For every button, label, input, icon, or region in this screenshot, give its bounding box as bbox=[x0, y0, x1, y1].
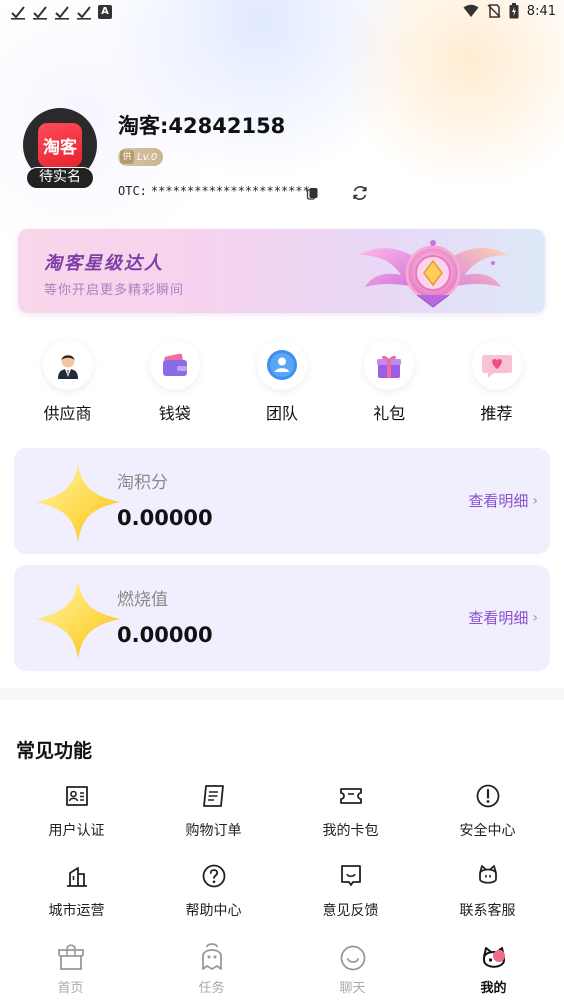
quick-nav-team[interactable]: 团队 bbox=[229, 340, 336, 426]
tab-chat[interactable]: 聊天 bbox=[282, 934, 423, 1002]
view-details-label: 查看明细 bbox=[468, 492, 529, 510]
notification-dot bbox=[493, 950, 505, 962]
func-label: 安全中心 bbox=[459, 823, 516, 839]
func-label: 购物订单 bbox=[185, 823, 242, 839]
help-icon bbox=[202, 864, 225, 888]
section-divider bbox=[0, 688, 564, 700]
func-user-verification[interactable]: 用户认证 bbox=[8, 782, 145, 842]
func-label: 帮助中心 bbox=[185, 903, 242, 919]
check-icon bbox=[55, 6, 69, 20]
view-details-link[interactable]: 查看明细 › bbox=[468, 490, 538, 511]
otc-label: OTC: bbox=[118, 184, 147, 198]
level-text: Lv.0 bbox=[137, 151, 158, 163]
tab-tasks[interactable]: 任务 bbox=[141, 934, 282, 1002]
otc-address: OTC: **********************… bbox=[118, 184, 317, 198]
chat-icon bbox=[340, 945, 365, 971]
func-feedback[interactable]: 意见反馈 bbox=[282, 862, 419, 922]
quick-nav-gift[interactable]: 礼包 bbox=[336, 340, 443, 426]
wifi-icon bbox=[463, 4, 479, 17]
wallet-icon bbox=[162, 353, 187, 376]
card-title: 燃烧值 bbox=[117, 590, 168, 610]
func-city-operations[interactable]: 城市运营 bbox=[8, 862, 145, 922]
quick-nav-label: 供应商 bbox=[43, 404, 92, 423]
quick-nav: 供应商 钱袋 团队 礼包 推荐 bbox=[14, 340, 550, 426]
status-bar: A 8:41 bbox=[0, 0, 564, 26]
service-icon bbox=[478, 865, 497, 884]
banner-subtitle: 等你开启更多精彩瞬间 bbox=[44, 283, 185, 298]
star-expert-banner[interactable]: 淘客星级达人 等你开启更多精彩瞬间 bbox=[18, 229, 545, 313]
a-notification-icon: A bbox=[98, 5, 112, 19]
quick-nav-label: 礼包 bbox=[373, 404, 406, 423]
order-icon bbox=[202, 785, 224, 807]
section-title: 常见功能 bbox=[16, 740, 93, 762]
avatar-logo: 淘客 bbox=[38, 123, 82, 167]
burn-value-card[interactable]: 燃烧值 0.00000 查看明细 › bbox=[14, 565, 550, 671]
level-icon: 供 bbox=[120, 150, 134, 164]
func-security-center[interactable]: 安全中心 bbox=[419, 782, 556, 842]
card-title: 淘积分 bbox=[117, 473, 168, 493]
notification-icons: A bbox=[10, 4, 112, 20]
feedback-icon bbox=[340, 865, 361, 886]
check-icon bbox=[11, 6, 25, 20]
check-icon bbox=[77, 6, 91, 20]
tab-label: 聊天 bbox=[339, 981, 366, 996]
copy-icon[interactable] bbox=[305, 185, 321, 201]
func-shopping-orders[interactable]: 购物订单 bbox=[145, 782, 282, 842]
recommend-icon bbox=[481, 355, 512, 378]
tab-home[interactable]: 首页 bbox=[0, 934, 141, 1002]
quick-nav-label: 团队 bbox=[265, 404, 298, 423]
system-indicators: 8:41 bbox=[463, 3, 556, 19]
supplier-icon bbox=[57, 354, 78, 379]
tab-mine[interactable]: 我的 bbox=[423, 934, 564, 1002]
func-help-center[interactable]: 帮助中心 bbox=[145, 862, 282, 922]
alert-icon bbox=[476, 784, 499, 808]
task-icon bbox=[201, 943, 222, 970]
func-label: 意见反馈 bbox=[322, 903, 379, 919]
otc-value: **********************… bbox=[150, 184, 318, 198]
check-icon bbox=[33, 6, 47, 20]
func-label: 城市运营 bbox=[48, 903, 105, 919]
verify-status-badge[interactable]: 待实名 bbox=[26, 167, 94, 189]
id-card-icon bbox=[65, 786, 88, 806]
func-label: 用户认证 bbox=[48, 823, 105, 839]
ticket-icon bbox=[339, 788, 362, 804]
tao-points-card[interactable]: 淘积分 0.00000 查看明细 › bbox=[14, 448, 550, 554]
battery-icon bbox=[509, 3, 519, 19]
card-value: 0.00000 bbox=[117, 623, 213, 647]
func-my-card-pack[interactable]: 我的卡包 bbox=[282, 782, 419, 842]
username: 淘客:42842158 bbox=[118, 114, 286, 138]
banner-title: 淘客星级达人 bbox=[44, 253, 164, 274]
view-details-label: 查看明细 bbox=[468, 609, 529, 627]
emblem-icon bbox=[359, 240, 507, 308]
tab-label: 首页 bbox=[57, 981, 84, 996]
level-badge: 供 Lv.0 bbox=[118, 148, 164, 166]
tab-label: 任务 bbox=[198, 981, 225, 996]
avatar[interactable]: 淘客 待实名 bbox=[23, 108, 97, 189]
func-label: 联系客服 bbox=[459, 903, 516, 919]
func-contact-service[interactable]: 联系客服 bbox=[419, 862, 556, 922]
quick-nav-supplier[interactable]: 供应商 bbox=[14, 340, 121, 426]
refresh-icon[interactable] bbox=[350, 183, 370, 203]
team-icon bbox=[267, 350, 297, 380]
city-icon bbox=[66, 867, 87, 887]
clock: 8:41 bbox=[526, 3, 556, 19]
quick-nav-recommend[interactable]: 推荐 bbox=[443, 340, 550, 426]
view-details-link[interactable]: 查看明细 › bbox=[468, 607, 538, 628]
function-grid: 用户认证 购物订单 我的卡包 安全中心 城市运营 帮助中心 意见反馈 联系客服 bbox=[8, 782, 556, 922]
card-value: 0.00000 bbox=[117, 506, 213, 530]
quick-nav-label: 推荐 bbox=[480, 404, 513, 423]
chevron-right-icon: › bbox=[532, 492, 538, 509]
chevron-right-icon: › bbox=[532, 609, 538, 626]
star-icon bbox=[36, 581, 120, 659]
shop-icon bbox=[57, 944, 84, 970]
func-label: 我的卡包 bbox=[322, 823, 379, 839]
bottom-tab-bar: 首页 任务 聊天 我的 bbox=[0, 934, 564, 1002]
quick-nav-wallet[interactable]: 钱袋 bbox=[121, 340, 228, 426]
tab-label: 我的 bbox=[480, 981, 507, 996]
gift-icon bbox=[377, 355, 402, 378]
quick-nav-label: 钱袋 bbox=[158, 404, 191, 423]
no-sim-icon bbox=[487, 4, 501, 18]
star-icon bbox=[36, 464, 120, 542]
